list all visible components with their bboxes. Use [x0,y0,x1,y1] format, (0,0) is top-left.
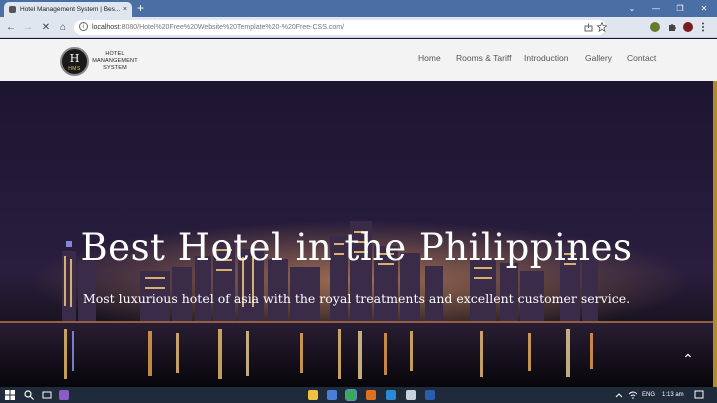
extension-icon[interactable] [650,22,660,32]
home-button[interactable]: ⌂ [55,17,71,38]
share-icon[interactable] [584,23,593,32]
browser-tab-strip: Hotel Management System | Bes... × + ⌄ —… [0,0,717,17]
logo-letter: H [69,52,80,65]
favicon-icon [9,6,16,13]
hero-banner: Best Hotel in the Philippines Most luxur… [0,81,713,387]
nav-rooms-tariff[interactable]: Rooms & Tariff [456,53,511,63]
menu-kebab-icon[interactable] [701,22,705,33]
close-window-button[interactable]: ✕ [692,0,716,17]
profile-avatar[interactable] [683,22,693,32]
notifications-icon[interactable] [694,390,704,400]
app-icon[interactable] [327,390,337,400]
logo-sub: HMS [68,66,81,72]
scroll-to-top-button[interactable]: ⌃ [680,351,696,368]
site-info-icon[interactable]: i [79,22,88,31]
logo-text-line1: HOTEL [105,51,125,57]
word-icon[interactable] [425,390,435,400]
visual-studio-icon[interactable] [59,390,69,400]
stop-loading-button[interactable]: ✕ [38,17,54,38]
nav-contact[interactable]: Contact [627,53,656,63]
forward-button[interactable]: → [20,17,36,38]
search-icon[interactable] [24,390,34,400]
url-host: localhost [92,24,120,31]
tab-search-icon[interactable]: ⌄ [620,0,644,17]
windows-start-icon[interactable] [5,390,15,400]
new-tab-button[interactable]: + [137,1,144,16]
nav-home[interactable]: Home [418,53,441,63]
page-scrollbar[interactable] [713,81,717,387]
address-bar[interactable]: i localhost:8080/Hotel%20Free%20Website%… [74,20,607,35]
file-explorer-icon[interactable] [308,390,318,400]
notepad-icon[interactable] [406,390,416,400]
logo-text-line3: SYSTEM [103,65,127,71]
language-indicator[interactable]: ENG [642,387,655,403]
browser-toolbar: ← → ✕ ⌂ i localhost:8080/Hotel%20Free%20… [0,17,717,38]
logo-text-line2: MANANGEMENT [92,58,138,64]
chrome-icon[interactable] [345,389,357,401]
show-hidden-icons-icon[interactable] [615,392,623,398]
xampp-icon[interactable] [366,390,376,400]
tab-title: Hotel Management System | Bes... [20,6,121,13]
clock[interactable]: 1:13 am [662,387,684,403]
logo-emblem[interactable]: H HMS [60,47,89,76]
browser-tab[interactable]: Hotel Management System | Bes... × [4,2,132,17]
wifi-icon[interactable] [628,391,638,399]
extensions-puzzle-icon[interactable] [667,22,677,32]
nav-introduction[interactable]: Introduction [524,53,568,63]
maximize-button[interactable]: ❐ [668,0,692,17]
tab-close-icon[interactable]: × [123,6,127,13]
hero-title: Best Hotel in the Philippines [80,226,633,269]
minimize-button[interactable]: — [644,0,668,17]
hero-subtitle: Most luxurious hotel of asia with the ro… [82,291,631,306]
url-path: :8080/Hotel%20Free%20Website%20Template%… [119,24,345,31]
url-text: localhost:8080/Hotel%20Free%20Website%20… [92,20,344,35]
back-button[interactable]: ← [3,17,19,38]
windows-taskbar: ENG 1:13 am [0,387,717,403]
task-view-icon[interactable] [42,390,52,400]
logo-text[interactable]: HOTEL MANANGEMENT SYSTEM [90,51,140,72]
nav-gallery[interactable]: Gallery [585,53,612,63]
vscode-icon[interactable] [386,390,396,400]
bookmark-star-icon[interactable] [597,22,607,32]
